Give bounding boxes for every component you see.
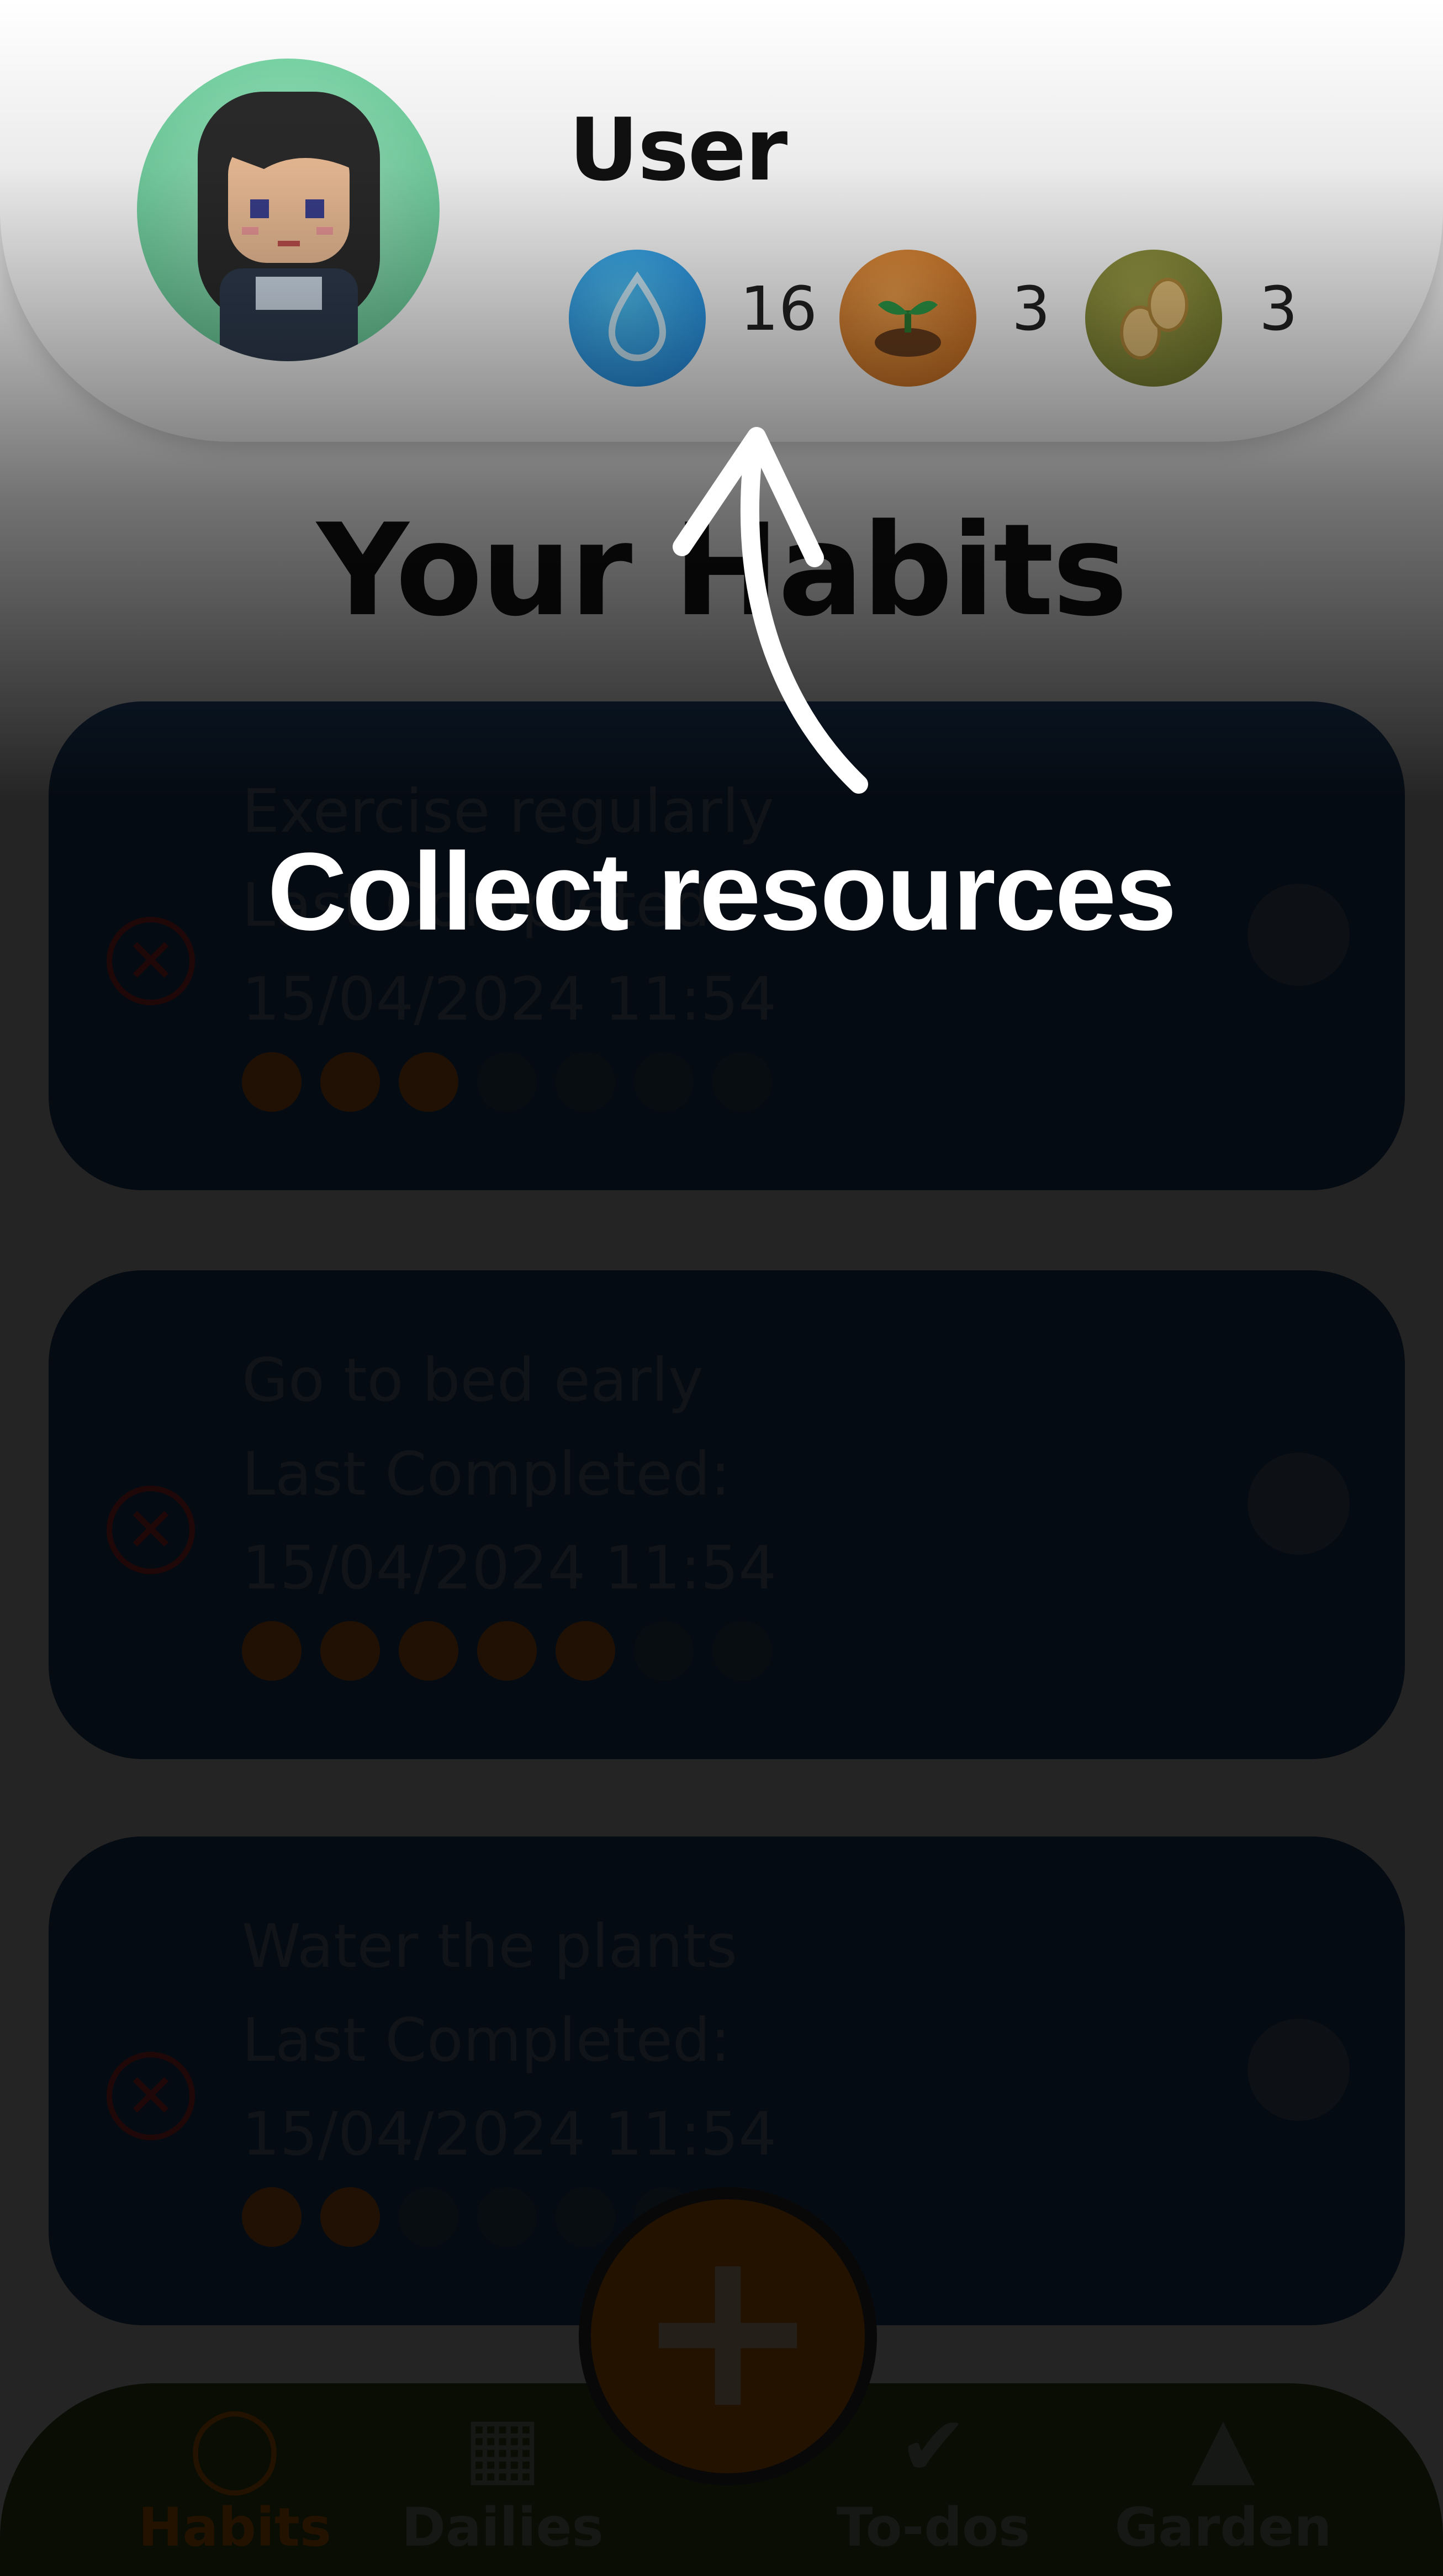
habit-last-date: 15/04/2024 11:54 — [242, 1534, 777, 1603]
streak-dots — [242, 1621, 772, 1681]
pointer-arrow-icon — [673, 427, 868, 794]
delete-icon[interactable]: ✕ — [107, 2052, 195, 2140]
complete-checkbox[interactable] — [1248, 1453, 1350, 1555]
streak-dot — [712, 1052, 772, 1112]
habit-last-date: 15/04/2024 11:54 — [242, 2100, 777, 2169]
streak-dot — [556, 2187, 615, 2247]
plus-icon: + — [635, 2200, 821, 2457]
streak-dot — [634, 1052, 694, 1112]
streak-dot — [320, 2187, 380, 2247]
habit-last-label: Last Completed: — [242, 1440, 731, 1509]
app-screen: User 16 3 3 Your Habits ✕ Exercise regul… — [0, 0, 1443, 2576]
complete-checkbox[interactable] — [1248, 2019, 1350, 2121]
streak-dot — [242, 1052, 302, 1112]
streak-dot — [477, 1052, 537, 1112]
habit-last-date: 15/04/2024 11:54 — [242, 965, 777, 1034]
tree-icon: ▲ — [1191, 2399, 1255, 2495]
streak-dot — [242, 2187, 302, 2247]
nav-label: Habits — [138, 2496, 331, 2558]
onboarding-message: Collect resources — [267, 830, 1177, 953]
streak-dot — [242, 1621, 302, 1681]
delete-icon[interactable]: ✕ — [107, 1486, 195, 1574]
nav-item-habits[interactable]: ◯ Habits — [97, 2403, 373, 2558]
nav-label: Garden — [1114, 2496, 1332, 2558]
streak-dot — [556, 1621, 615, 1681]
streak-dot — [634, 1621, 694, 1681]
habit-name: Water the plants — [242, 1912, 737, 1981]
ring-icon: ◯ — [188, 2399, 281, 2495]
nav-label: Dailies — [401, 2496, 604, 2558]
streak-dot — [556, 1052, 615, 1112]
nav-item-garden[interactable]: ▲ Garden — [1085, 2403, 1361, 2558]
streak-dot — [320, 1052, 380, 1112]
streak-dot — [399, 2187, 458, 2247]
calendar-check-icon: ▦ — [463, 2399, 542, 2495]
streak-dot — [477, 2187, 537, 2247]
streak-dot — [399, 1052, 458, 1112]
streak-dots — [242, 1052, 772, 1112]
nav-label: To-dos — [836, 2496, 1030, 2558]
add-habit-button[interactable]: + — [579, 2187, 877, 2485]
streak-dot — [712, 1621, 772, 1681]
streak-dot — [399, 1621, 458, 1681]
streak-dot — [320, 1621, 380, 1681]
habit-name: Go to bed early — [242, 1346, 704, 1415]
streak-dot — [477, 1621, 537, 1681]
nav-item-dailies[interactable]: ▦ Dailies — [364, 2403, 641, 2558]
habit-last-label: Last Completed: — [242, 2006, 731, 2075]
habit-card[interactable]: ✕ Go to bed early Last Completed: 15/04/… — [49, 1270, 1405, 1759]
